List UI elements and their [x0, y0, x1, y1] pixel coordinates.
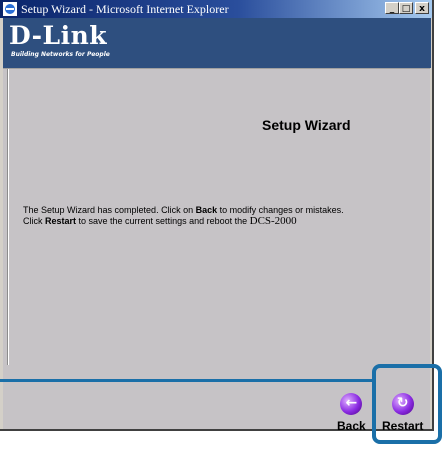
message-line-2: Click Restart to save the current settin…: [23, 216, 423, 227]
callout-pointer-line: [0, 379, 376, 382]
window-controls: _ □ x: [385, 2, 429, 14]
message-text: to save the current settings and reboot …: [76, 216, 250, 226]
ie-window: Setup Wizard - Microsoft Internet Explor…: [0, 0, 434, 433]
dlink-tagline: Building Networks for People: [11, 51, 110, 58]
page-title: Setup Wizard: [262, 117, 351, 133]
internet-explorer-icon: [3, 2, 17, 16]
restart-keyword: Restart: [45, 216, 77, 226]
device-name: DCS-2000: [249, 215, 297, 227]
dlink-banner: D-Link Building Networks for People: [3, 18, 431, 68]
dlink-logo: D-Link: [9, 21, 108, 50]
maximize-button[interactable]: □: [399, 2, 413, 14]
message-text: Click: [23, 216, 45, 226]
completion-message: The Setup Wizard has completed. Click on…: [23, 205, 423, 227]
window-title: Setup Wizard - Microsoft Internet Explor…: [21, 2, 229, 16]
back-keyword: Back: [195, 205, 218, 215]
message-text: to modify changes or mistakes.: [217, 205, 344, 215]
message-text: The Setup Wizard has completed. Click on: [23, 205, 196, 215]
action-bar: ← Back ↻ Restart: [3, 365, 430, 433]
close-button[interactable]: x: [415, 2, 429, 14]
back-label: Back: [337, 419, 366, 433]
left-divider: [8, 69, 9, 365]
back-button[interactable]: ← Back: [337, 393, 366, 433]
callout-highlight-box: [372, 364, 442, 444]
back-arrow-icon: ←: [340, 393, 363, 415]
message-line-1: The Setup Wizard has completed. Click on…: [23, 205, 423, 216]
title-bar: Setup Wizard - Microsoft Internet Explor…: [0, 0, 432, 18]
wizard-page: Setup Wizard The Setup Wizard has comple…: [3, 68, 430, 395]
minimize-button[interactable]: _: [385, 2, 399, 14]
